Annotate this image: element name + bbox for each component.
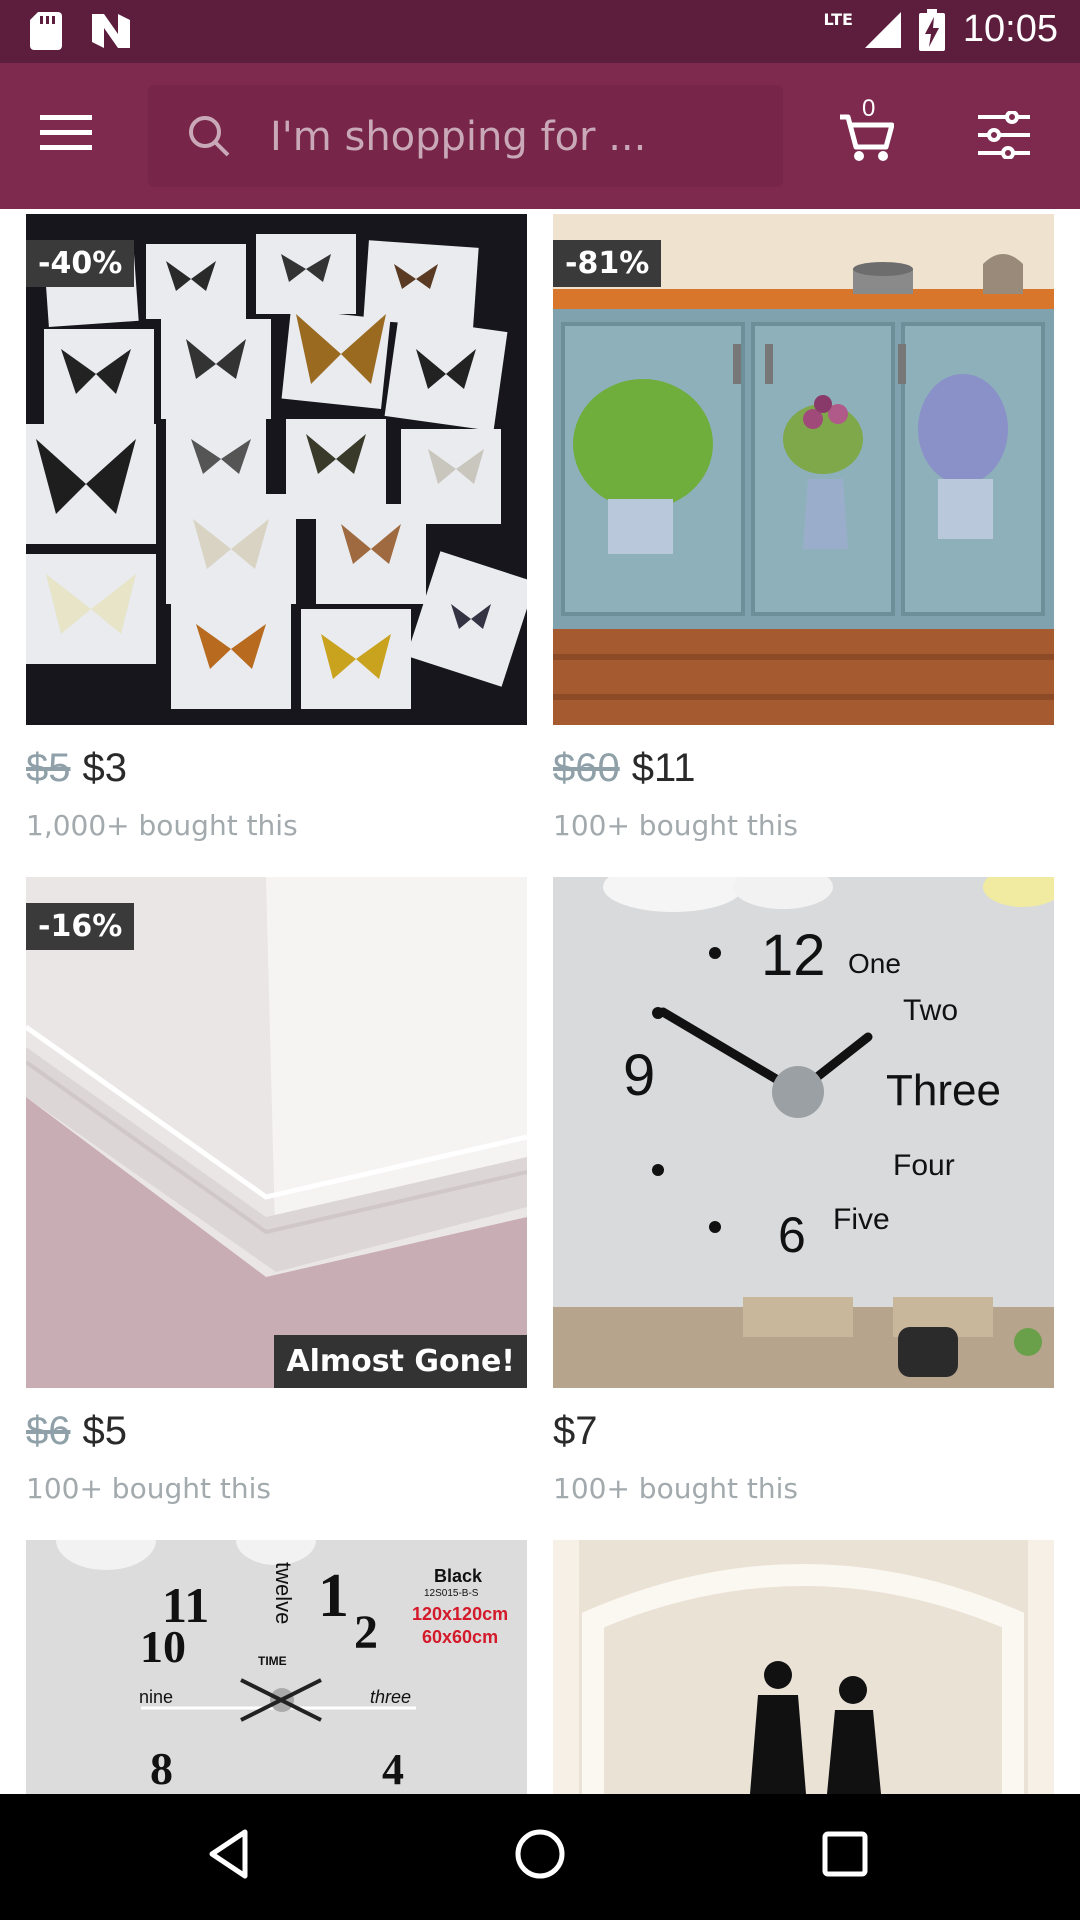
sale-price: $5 [82,1409,128,1453]
recents-button[interactable] [815,1824,885,1894]
clock-numeral-8: 8 [150,1743,173,1794]
clock-word-three: three [370,1687,411,1707]
clock-word-three: Three [886,1066,1001,1115]
clock-numeral-1: 1 [318,1562,349,1630]
clock-numeral-12: 12 [761,923,826,988]
bought-count: 100+ bought this [26,1472,271,1505]
clock-numeral-2: 2 [354,1606,378,1659]
sale-price: $3 [82,746,128,790]
product-image-cabinet-decals[interactable]: -81% [553,214,1054,725]
almost-gone-tag: Almost Gone! [274,1335,527,1388]
sale-price: $11 [631,746,696,790]
original-price: $5 [26,746,71,790]
app-bar: 0 [0,63,1080,209]
discount-badge: -40% [26,240,135,287]
discount-badge: -81% [553,240,662,287]
search-icon [189,116,230,157]
back-button[interactable] [200,1824,270,1894]
clock-numeral-10: 10 [140,1621,186,1672]
clock-numeral-4: 4 [382,1745,404,1794]
discount-badge: -16% [26,903,135,950]
battery-charging-icon [918,8,945,51]
network-type-label: LTE [823,10,853,29]
recents-icon [822,1831,868,1877]
product-color-label: Black [434,1566,483,1586]
clock-word-two: Two [903,994,958,1027]
price-row: $5 $3 [26,746,127,791]
status-bar: LTE 10:05 [0,0,1080,63]
clock-word-time: TIME [258,1654,287,1668]
price-row: $7 [553,1409,598,1454]
signal-icon [864,11,901,48]
product-image-foam-corner[interactable]: -16% Almost Gone! [26,877,527,1388]
filter-button[interactable] [978,110,1034,163]
bought-count: 100+ bought this [553,809,798,842]
size-label-small: 60x60cm [422,1627,498,1647]
back-icon [209,1829,248,1879]
cart-button[interactable]: 0 [838,95,902,171]
product-image-diy-clock[interactable]: 11 10 1 2 8 4 twelve TIME nine three Bla… [26,1540,527,1794]
original-price: $6 [26,1409,71,1453]
sd-card-icon [30,12,62,50]
navigation-bar [0,1794,1080,1920]
product-image-butterflies[interactable]: -40% [26,214,527,725]
product-image-toilet-decal[interactable] [553,1540,1054,1794]
clock-word-twelve: twelve [271,1562,296,1624]
home-icon [515,1829,565,1879]
price-row: $60 $11 [553,746,696,791]
clock-numeral-9: 9 [623,1043,655,1108]
search-bar[interactable] [148,85,783,187]
home-button[interactable] [510,1824,580,1894]
bought-count: 100+ bought this [553,1472,798,1505]
cart-count-badge: 0 [862,95,876,122]
clock-word-four: Four [893,1149,955,1182]
clock-numeral-6: 6 [778,1207,806,1263]
clock-word-nine: nine [139,1687,173,1707]
original-price: $60 [553,746,620,790]
bought-count: 1,000+ bought this [26,809,298,842]
clock-word-one: One [848,948,901,979]
product-code-label: 12S015-B-S [424,1588,479,1599]
menu-button[interactable] [40,113,104,161]
filter-icon [978,110,1030,160]
clock-time: 10:05 [962,8,1058,50]
sale-price: $7 [553,1409,598,1453]
clock-word-five: Five [833,1203,890,1236]
n-app-icon [92,14,130,48]
search-input[interactable] [270,109,750,165]
size-label-large: 120x120cm [412,1604,508,1624]
menu-icon [40,115,92,150]
product-image-wall-clock[interactable]: 12 9 6 One Two Three Four Five [553,877,1054,1388]
price-row: $6 $5 [26,1409,127,1454]
